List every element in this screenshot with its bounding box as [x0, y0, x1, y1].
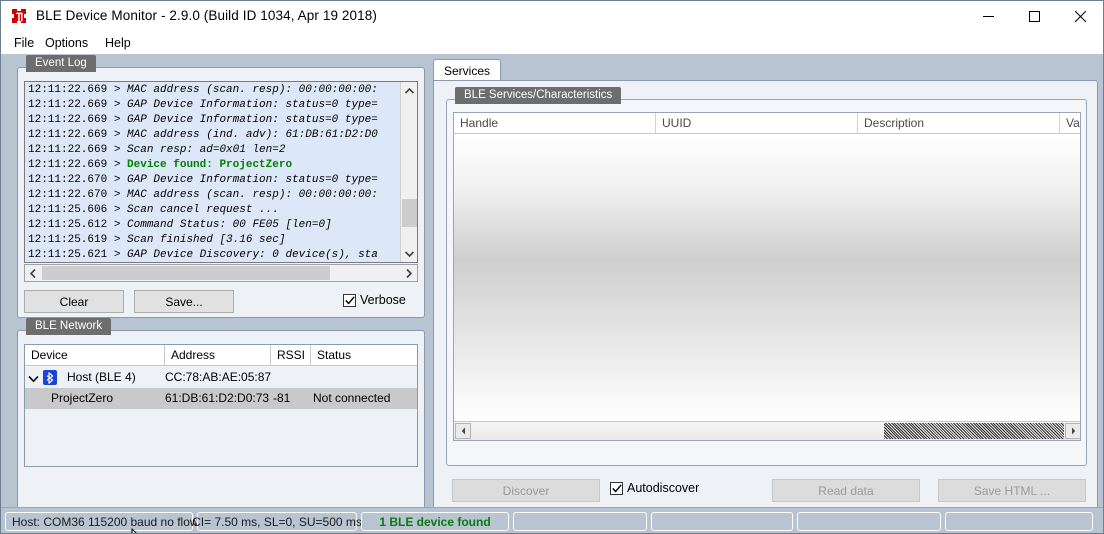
verbose-label: Verbose [360, 293, 406, 307]
menu-bar: File Options Help [1, 32, 1103, 54]
mouse-cursor-icon [131, 528, 145, 534]
event-log-line: 12:11:25.621 > GAP Device Discovery: 0 d… [28, 248, 399, 263]
cell-address: CC:78:AB:AE:05:87 [165, 367, 271, 388]
ble-services-table[interactable]: Handle UUID Description Valu [453, 112, 1081, 441]
column-header-description[interactable]: Description [858, 113, 1060, 134]
menu-item-file[interactable]: File [10, 35, 38, 52]
checkbox-box [610, 482, 623, 495]
event-log-horizontal-scrollbar[interactable] [24, 264, 418, 282]
column-header-rssi[interactable]: RSSI [271, 345, 311, 366]
chevron-left-icon[interactable] [25, 265, 41, 281]
event-log-scroll-thumb[interactable] [402, 199, 417, 227]
read-data-button[interactable]: Read data [772, 479, 920, 502]
table-header-row: Device Address RSSI Status [25, 345, 418, 366]
services-tab-panel: BLE Services/Characteristics Handle UUID… [433, 80, 1098, 534]
chevron-up-icon[interactable] [401, 82, 418, 99]
title-bar: BLE Device Monitor - 2.9.0 (Build ID 103… [1, 1, 1103, 32]
checkbox-box [343, 294, 356, 307]
ble-network-group-title: BLE Network [26, 318, 111, 335]
cell-address: 61:DB:61:D2:D0:73 [165, 388, 269, 409]
event-log-line: 12:11:22.669 > GAP Device Information: s… [28, 113, 399, 128]
services-table-body [454, 134, 1081, 422]
tab-services[interactable]: Services [433, 59, 501, 81]
event-log-lines: 12:11:22.669 > MAC address (scan. resp):… [28, 83, 399, 263]
verbose-checkbox[interactable]: Verbose [343, 293, 406, 307]
cell-rssi: -81 [273, 388, 290, 409]
event-log-line: 12:11:22.670 > MAC address (scan. resp):… [28, 188, 399, 203]
cell-device: Host (BLE 4) [67, 367, 136, 388]
event-log-textarea[interactable]: 12:11:22.669 > MAC address (scan. resp):… [24, 81, 418, 263]
table-row[interactable]: ProjectZero 61:DB:61:D2:D0:73 -81 Not co… [25, 388, 418, 409]
event-log-line: 12:11:22.669 > MAC address (ind. adv): 6… [28, 128, 399, 143]
ble-network-table[interactable]: Device Address RSSI Status Host (BLE 4) [24, 344, 418, 467]
tab-strip: Services [433, 59, 1098, 81]
chevron-right-icon[interactable] [401, 265, 417, 281]
minimize-icon [983, 11, 994, 22]
event-log-line: 12:11:25.612 > Command Status: 00 FE05 [… [28, 218, 399, 233]
chevron-down-icon[interactable] [28, 372, 39, 386]
cell-device: ProjectZero [51, 388, 113, 409]
clear-button[interactable]: Clear [24, 290, 124, 313]
event-log-line: 12:11:25.619 > Scan finished [3.16 sec] [28, 233, 399, 248]
ble-services-group-title: BLE Services/Characteristics [455, 87, 621, 104]
close-icon [1075, 11, 1086, 22]
status-cell-empty-1 [513, 512, 647, 531]
save-html-button[interactable]: Save HTML ... [938, 479, 1086, 502]
application-window: BLE Device Monitor - 2.9.0 (Build ID 103… [0, 0, 1104, 534]
event-log-vertical-scrollbar[interactable] [400, 82, 417, 262]
column-header-value[interactable]: Valu [1060, 113, 1081, 134]
check-icon [612, 484, 622, 493]
chevron-right-icon[interactable] [1065, 423, 1081, 439]
event-log-line: 12:11:22.670 > GAP Device Information: s… [28, 173, 399, 188]
status-cell-connection-interval: CI= 7.50 ms, SL=0, SU=500 ms [197, 512, 357, 531]
status-cell-device-count: 1 BLE device found [361, 512, 509, 531]
column-header-address[interactable]: Address [165, 345, 271, 366]
menu-item-options[interactable]: Options [41, 35, 92, 52]
check-icon [345, 296, 355, 305]
autodiscover-checkbox[interactable]: Autodiscover [610, 481, 699, 495]
services-horizontal-scrollbar[interactable] [454, 421, 1081, 440]
event-log-line: 12:11:25.606 > Scan cancel request ... [28, 203, 399, 218]
client-area: Event Log 12:11:22.669 > MAC address (sc… [1, 54, 1103, 507]
column-header-uuid[interactable]: UUID [656, 113, 858, 134]
maximize-button[interactable] [1011, 1, 1057, 32]
status-cell-empty-4 [945, 512, 1093, 531]
save-log-button[interactable]: Save... [134, 290, 234, 313]
column-header-device[interactable]: Device [25, 345, 165, 366]
discover-button[interactable]: Discover [452, 479, 600, 502]
menu-item-help[interactable]: Help [101, 35, 135, 52]
event-log-group: Event Log 12:11:22.669 > MAC address (sc… [17, 67, 425, 318]
window-title: BLE Device Monitor - 2.9.0 (Build ID 103… [36, 8, 377, 23]
chevron-down-icon[interactable] [401, 245, 418, 262]
close-button[interactable] [1057, 1, 1103, 32]
bluetooth-icon [43, 370, 57, 385]
column-header-status[interactable]: Status [311, 345, 418, 366]
table-row[interactable]: Host (BLE 4) CC:78:AB:AE:05:87 [25, 367, 418, 388]
autodiscover-label: Autodiscover [627, 481, 699, 495]
chevron-left-icon[interactable] [455, 423, 471, 439]
status-cell-empty-3 [797, 512, 941, 531]
event-log-line: 12:11:22.669 > Device found: ProjectZero [28, 158, 399, 173]
maximize-icon [1029, 11, 1040, 22]
event-log-hscroll-thumb[interactable] [42, 266, 330, 280]
minimize-button[interactable] [965, 1, 1011, 32]
event-log-line: 12:11:22.669 > MAC address (scan. resp):… [28, 83, 399, 98]
status-cell-host: Host: COM36 115200 baud no flowc. [5, 512, 193, 531]
table-header-row: Handle UUID Description Valu [454, 113, 1081, 134]
cell-status: Not connected [313, 388, 390, 409]
event-log-line: 12:11:22.669 > GAP Device Information: s… [28, 98, 399, 113]
event-log-group-title: Event Log [26, 55, 96, 72]
ble-network-group: BLE Network Device Address RSSI Status [17, 330, 425, 534]
ble-services-group: BLE Services/Characteristics Handle UUID… [446, 99, 1087, 466]
column-header-handle[interactable]: Handle [454, 113, 656, 134]
services-hscroll-thumb[interactable] [884, 423, 1064, 439]
status-bar: Host: COM36 115200 baud no flowc. CI= 7.… [1, 507, 1103, 533]
ti-logo-icon [10, 8, 28, 26]
event-log-line: 12:11:22.669 > Scan resp: ad=0x01 len=2 [28, 143, 399, 158]
status-cell-empty-2 [651, 512, 793, 531]
